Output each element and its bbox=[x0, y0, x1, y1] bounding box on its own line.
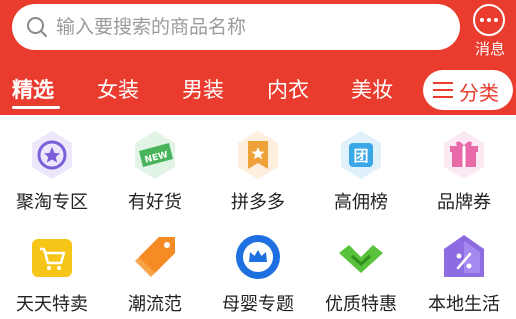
grid-item-label: 高佣榜 bbox=[334, 192, 388, 213]
tab-underwear[interactable]: 内衣 bbox=[267, 74, 309, 104]
tab-men[interactable]: 男装 bbox=[182, 74, 224, 104]
grid-item-trend[interactable]: 潮流范 bbox=[103, 217, 207, 317]
message-button[interactable]: 消息 bbox=[468, 3, 512, 58]
active-tab-indicator bbox=[12, 106, 60, 109]
percent-house-icon bbox=[444, 235, 484, 277]
grid-item-label: 优质特惠 bbox=[325, 294, 397, 315]
check-badge-icon bbox=[339, 245, 383, 273]
grid-item-pinduoduo[interactable]: 拼多多 bbox=[206, 115, 310, 215]
top-header: 消息 精选 女装 男装 内衣 美妆 分类 bbox=[0, 0, 516, 115]
tab-beauty[interactable]: 美妆 bbox=[351, 74, 393, 104]
star-bookmark-icon bbox=[238, 131, 278, 179]
gift-box-icon bbox=[444, 131, 484, 179]
grid-item-daily-sale[interactable]: 天天特卖 bbox=[0, 217, 104, 317]
search-input[interactable] bbox=[56, 12, 436, 42]
grid-item-label: 拼多多 bbox=[231, 192, 285, 213]
chat-bubble-icon bbox=[473, 4, 505, 36]
search-bar[interactable] bbox=[12, 4, 460, 50]
group-rank-icon: 团 bbox=[341, 131, 381, 179]
grid-item-label: 潮流范 bbox=[128, 294, 182, 315]
tab-featured[interactable]: 精选 bbox=[12, 74, 54, 104]
tab-women[interactable]: 女装 bbox=[97, 74, 139, 104]
category-label: 分类 bbox=[459, 81, 499, 105]
grid-item-label: 聚淘专区 bbox=[16, 192, 88, 213]
star-badge-icon bbox=[32, 131, 72, 179]
shortcut-grid: 聚淘专区 NEW 有好货 拼多多 团 高佣榜 品牌券 天天特卖 潮流范 母婴专题… bbox=[0, 115, 516, 319]
grid-item-mother-baby[interactable]: 母婴专题 bbox=[206, 217, 310, 317]
menu-lines-icon bbox=[433, 82, 453, 98]
grid-item-label: 品牌券 bbox=[437, 192, 491, 213]
grid-item-label: 本地生活 bbox=[428, 294, 500, 315]
grid-item-label: 有好货 bbox=[128, 192, 182, 213]
grid-item-local-life[interactable]: 本地生活 bbox=[412, 217, 516, 317]
crown-icon bbox=[236, 235, 280, 279]
grid-item-brand-coupon[interactable]: 品牌券 bbox=[412, 115, 516, 215]
message-label: 消息 bbox=[474, 40, 505, 58]
category-tabs: 精选 女装 男装 内衣 美妆 分类 bbox=[0, 66, 516, 114]
search-icon bbox=[27, 17, 47, 37]
grid-item-quality-deals[interactable]: 优质特惠 bbox=[309, 217, 413, 317]
grid-item-good-stuff[interactable]: NEW 有好货 bbox=[103, 115, 207, 215]
price-tag-icon bbox=[135, 237, 175, 277]
new-tag-icon: NEW bbox=[135, 131, 175, 179]
grid-item-label: 天天特卖 bbox=[16, 294, 88, 315]
svg-text:团: 团 bbox=[353, 147, 368, 165]
shopping-cart-icon bbox=[32, 239, 72, 277]
grid-item-label: 母婴专题 bbox=[222, 294, 294, 315]
category-button[interactable]: 分类 bbox=[423, 70, 513, 110]
grid-item-juto-zone[interactable]: 聚淘专区 bbox=[0, 115, 104, 215]
grid-item-high-commission[interactable]: 团 高佣榜 bbox=[309, 115, 413, 215]
